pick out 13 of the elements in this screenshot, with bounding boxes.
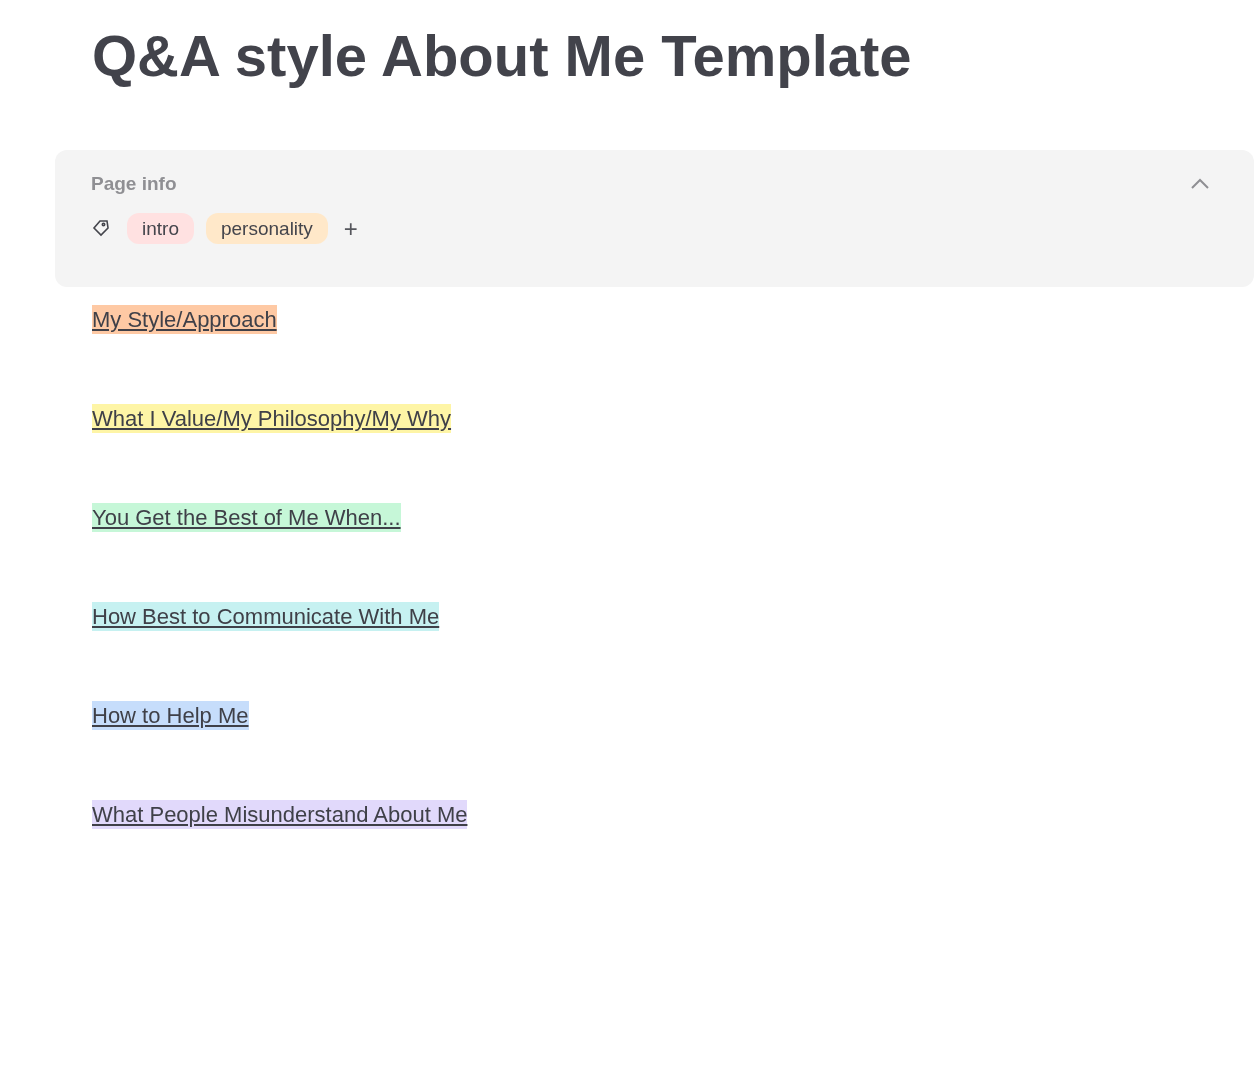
panel-heading: Page info: [91, 172, 177, 196]
tag-chip[interactable]: intro: [127, 212, 194, 244]
section-link[interactable]: What People Misunderstand About Me: [92, 800, 468, 829]
chevron-up-icon: [1190, 178, 1210, 191]
page-title: Q&A style About Me Template: [92, 22, 912, 90]
add-tag-button[interactable]: +: [339, 212, 362, 244]
section-link[interactable]: How to Help Me: [92, 701, 249, 730]
section-link[interactable]: You Get the Best of Me When...: [92, 503, 401, 532]
section-link[interactable]: My Style/Approach: [92, 305, 277, 334]
tag-icon: [91, 218, 111, 238]
section-link[interactable]: What I Value/My Philosophy/My Why: [92, 404, 452, 433]
section-link[interactable]: How Best to Communicate With Me: [92, 602, 440, 631]
tag-chip[interactable]: personality: [205, 212, 328, 244]
